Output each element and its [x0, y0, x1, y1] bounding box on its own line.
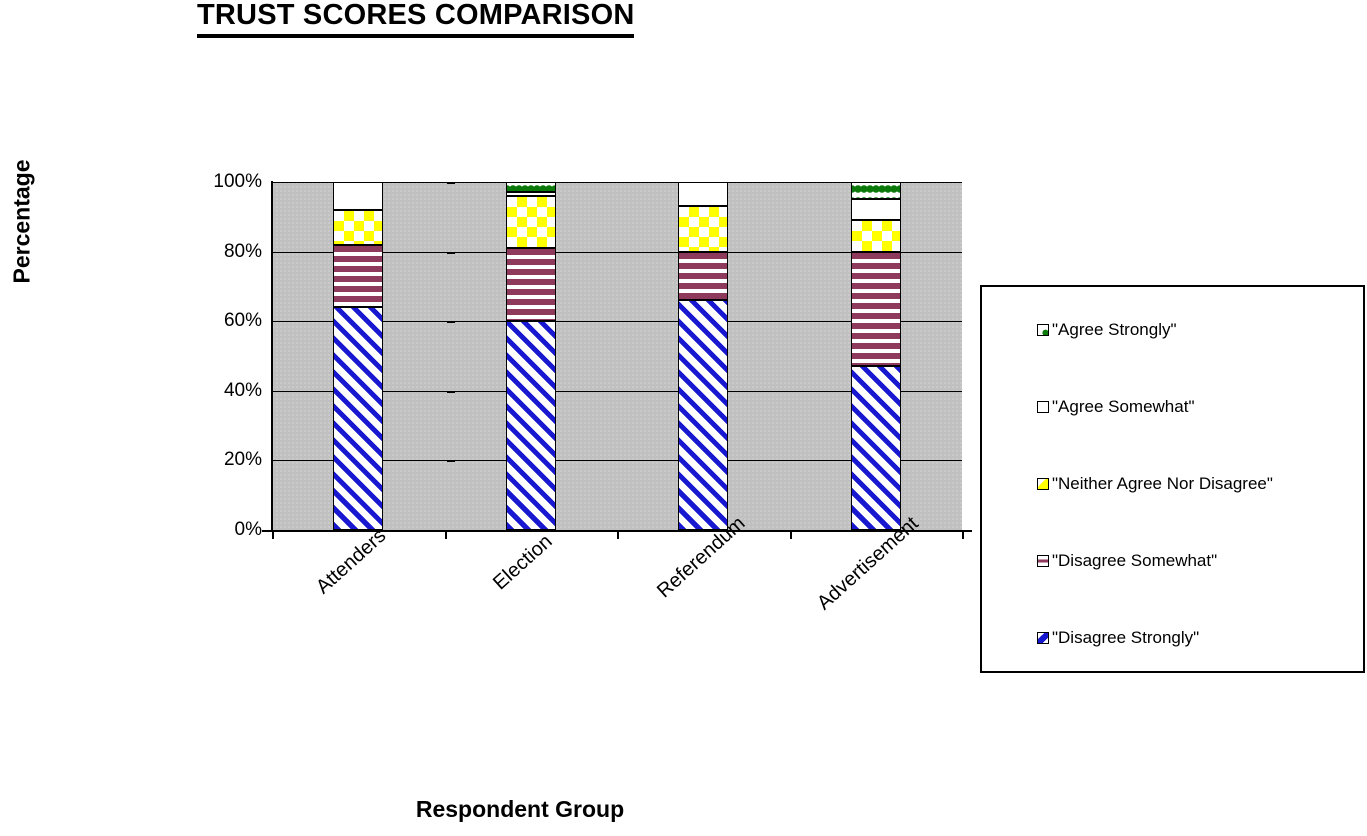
white-icon: [1037, 400, 1049, 413]
bar-segment[interactable]: [333, 182, 384, 210]
y-axis-title: Percentage: [8, 159, 35, 284]
bar-segment[interactable]: [850, 182, 901, 200]
bar-stack[interactable]: [505, 182, 556, 530]
bar-segment[interactable]: [505, 321, 556, 530]
x-axis-title: Respondent Group: [415, 796, 625, 822]
y-tick-mark: [447, 530, 455, 532]
bar-segment[interactable]: [505, 195, 556, 249]
bar-segment[interactable]: [850, 251, 901, 367]
legend-item[interactable]: "Agree Strongly": [1037, 321, 1177, 338]
bar-segment[interactable]: [333, 307, 384, 530]
bar-segment[interactable]: [678, 206, 729, 252]
bar-segment[interactable]: [333, 209, 384, 245]
blue-diagonal-icon: [1037, 631, 1049, 644]
legend-item[interactable]: "Neither Agree Nor Disagree": [1037, 475, 1273, 492]
legend-item-label: "Disagree Somewhat": [1052, 551, 1218, 570]
x-tick-mark: [272, 530, 274, 539]
maroon-lines-icon: [1037, 554, 1049, 567]
y-axis-tick-labels: 100% 80% 60% 40% 20% 0%: [182, 171, 455, 540]
y-tick-mark: [447, 251, 455, 254]
legend-item-label: "Disagree Strongly": [1052, 628, 1200, 647]
bar-segment[interactable]: [333, 244, 384, 308]
x-category-label: Attenders: [312, 524, 391, 599]
bar-stack[interactable]: [678, 182, 729, 530]
chart-title: TRUST SCORES COMPARISON: [197, 0, 635, 38]
bar-stack[interactable]: [333, 182, 384, 530]
y-tick-mark: [447, 321, 455, 324]
y-axis-line: [271, 181, 273, 531]
y-tick-label: 0%: [234, 519, 262, 540]
legend: "Agree Strongly" "Agree Somewhat" "Neither…: [980, 285, 1365, 673]
y-tick-mark: [447, 460, 455, 463]
bar-segment[interactable]: [505, 182, 556, 193]
x-tick-mark: [444, 530, 447, 539]
bar-segment[interactable]: [678, 182, 729, 207]
bar-segment[interactable]: [850, 366, 901, 530]
legend-item[interactable]: "Agree Somewhat": [1037, 398, 1194, 415]
y-tick-mark: [447, 390, 455, 393]
x-category-label: Election: [489, 530, 557, 595]
plot-area: [272, 182, 962, 531]
bar-segment[interactable]: [850, 199, 901, 221]
y-tick-label: 40%: [223, 379, 262, 401]
x-tick-mark: [962, 530, 964, 539]
y-tick-label: 80%: [223, 240, 262, 262]
legend-item-label: "Agree Somewhat": [1052, 397, 1195, 416]
y-tick-label: 20%: [223, 449, 262, 471]
x-tick-mark: [617, 530, 619, 539]
y-tick-mark: [447, 182, 455, 184]
yellow-checker-icon: [1037, 477, 1049, 490]
green-diamond-icon: [1037, 323, 1049, 336]
y-tick-label: 100%: [213, 171, 262, 192]
legend-item[interactable]: "Disagree Strongly": [1037, 629, 1199, 646]
legend-item-label: "Neither Agree Nor Disagree": [1052, 474, 1273, 493]
legend-item-label: "Agree Strongly": [1052, 320, 1177, 339]
bar-segment[interactable]: [850, 220, 901, 252]
bar-stack[interactable]: [850, 182, 901, 530]
bar-segment[interactable]: [505, 248, 556, 322]
legend-item[interactable]: "Disagree Somewhat": [1037, 552, 1217, 569]
bar-segment[interactable]: [678, 251, 729, 301]
bar-segment[interactable]: [505, 192, 556, 196]
y-tick-label: 60%: [223, 310, 262, 332]
x-tick-mark: [789, 530, 792, 539]
bar-segment[interactable]: [678, 300, 729, 530]
